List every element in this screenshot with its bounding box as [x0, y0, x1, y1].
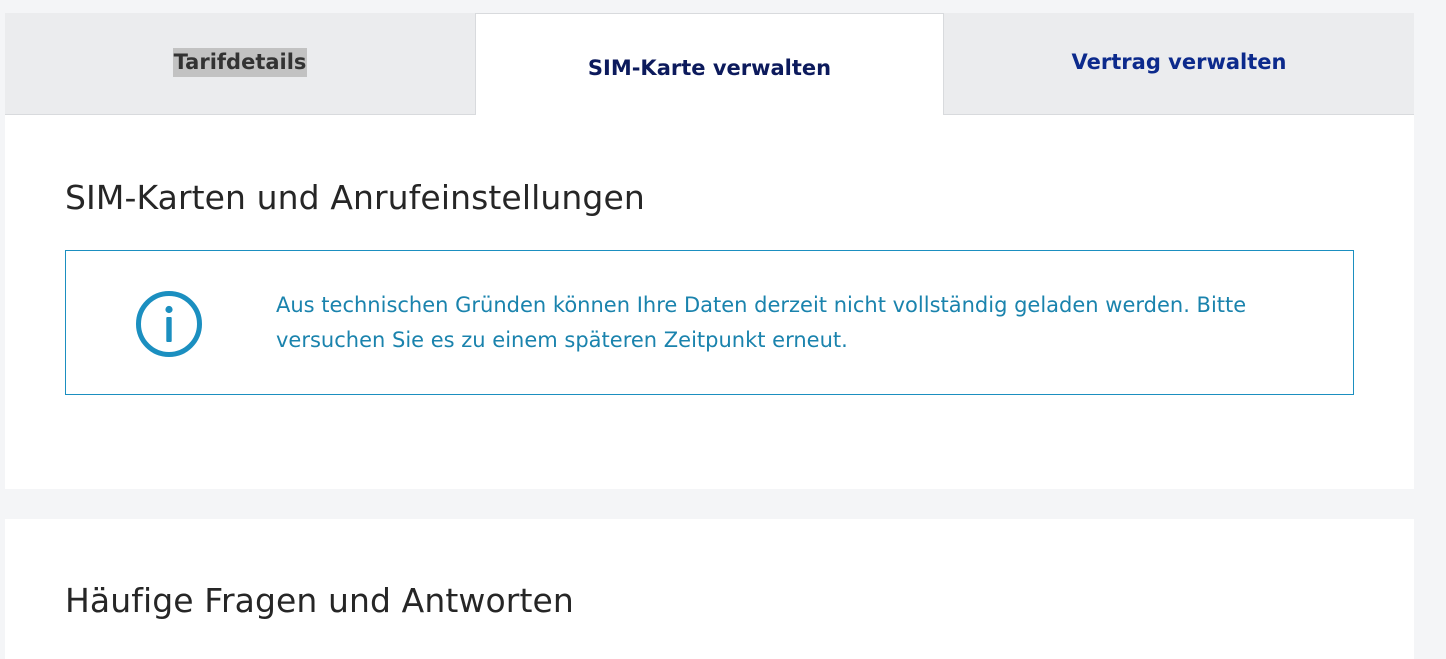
info-icon — [136, 291, 202, 357]
tab-vertrag-verwalten[interactable]: Vertrag verwalten — [944, 13, 1414, 115]
tab-vertrag-verwalten-label: Vertrag verwalten — [1071, 50, 1287, 74]
tab-tarifdetails[interactable]: Tarifdetails — [5, 13, 475, 115]
faq-card: Häufige Fragen und Antworten — [5, 519, 1414, 659]
tab-sim-karte-verwalten-label: SIM-Karte verwalten — [587, 55, 832, 80]
tab-sim-karte-verwalten[interactable]: SIM-Karte verwalten — [475, 13, 944, 115]
faq-title: Häufige Fragen und Antworten — [65, 581, 574, 620]
tab-tarifdetails-label: Tarifdetails — [172, 47, 308, 77]
sim-settings-title: SIM-Karten und Anrufeinstellungen — [65, 178, 645, 217]
info-notice: Aus technischen Gründen können Ihre Date… — [65, 250, 1354, 395]
notice-message: Aus technischen Gründen können Ihre Date… — [276, 293, 1247, 352]
tab-bar: Tarifdetails SIM-Karte verwalten Vertrag… — [5, 13, 1414, 115]
sim-settings-card: SIM-Karten und Anrufeinstellungen Aus te… — [5, 115, 1414, 489]
